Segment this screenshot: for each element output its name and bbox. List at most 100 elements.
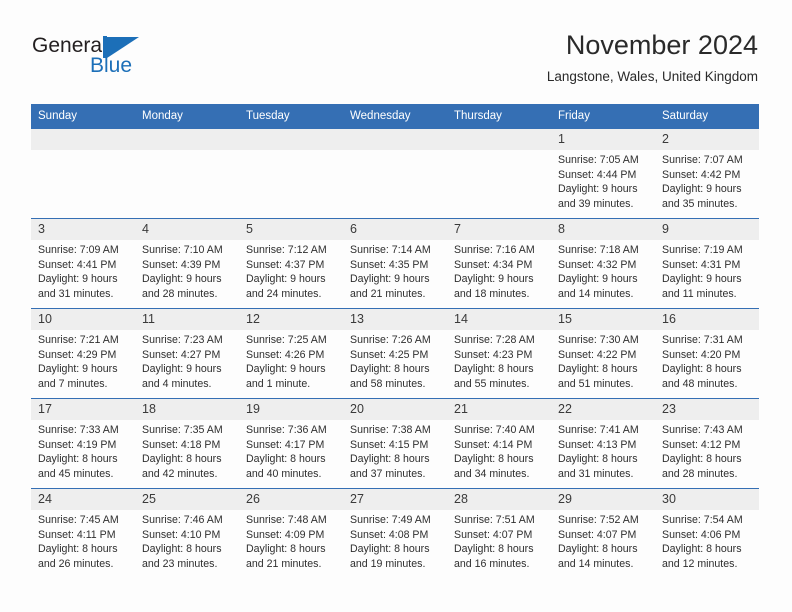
- day-daylight-1-text: Daylight: 9 hours: [558, 183, 638, 196]
- day-sunrise-text: Sunrise: 7:09 AM: [38, 244, 119, 256]
- day-sun-info: Sunrise: 7:46 AM Sunset: 4:10 PM Daylight:…: [135, 510, 239, 571]
- day-daylight-1-text: Daylight: 8 hours: [454, 453, 534, 466]
- day-sun-info: Sunrise: 7:16 AM Sunset: 4:34 PM Daylight:…: [447, 240, 551, 301]
- calendar-day-cell[interactable]: 10 Sunrise: 7:21 AM Sunset: 4:29 PM Dayligh…: [31, 308, 135, 399]
- calendar-day-cell[interactable]: 14 Sunrise: 7:28 AM Sunset: 4:23 PM Dayligh…: [447, 308, 551, 399]
- day-number: 18: [135, 399, 239, 420]
- day-daylight-1-text: Daylight: 8 hours: [662, 543, 742, 556]
- day-sun-info: Sunrise: 7:36 AM Sunset: 4:17 PM Daylight:…: [239, 420, 343, 481]
- calendar-day-cell[interactable]: 20 Sunrise: 7:38 AM Sunset: 4:15 PM Dayligh…: [343, 398, 447, 489]
- day-sunrise-text: Sunrise: 7:41 AM: [558, 424, 639, 436]
- calendar-day-cell[interactable]: 19 Sunrise: 7:36 AM Sunset: 4:17 PM Dayligh…: [239, 398, 343, 489]
- calendar-day-cell[interactable]: 29 Sunrise: 7:52 AM Sunset: 4:07 PM Dayligh…: [551, 488, 655, 581]
- calendar-day-cell[interactable]: 28 Sunrise: 7:51 AM Sunset: 4:07 PM Dayligh…: [447, 488, 551, 581]
- calendar-day-cell[interactable]: 2 Sunrise: 7:07 AM Sunset: 4:42 PM Daylight…: [655, 128, 759, 219]
- brand-logo[interactable]: General Blue: [32, 34, 162, 84]
- calendar-day-cell[interactable]: 11 Sunrise: 7:23 AM Sunset: 4:27 PM Dayligh…: [135, 308, 239, 399]
- day-sunrise-text: Sunrise: 7:14 AM: [350, 244, 431, 256]
- day-sunset-text: Sunset: 4:17 PM: [246, 438, 325, 451]
- calendar-day-cell[interactable]: 22 Sunrise: 7:41 AM Sunset: 4:13 PM Dayligh…: [551, 398, 655, 489]
- calendar-day-cell[interactable]: 3 Sunrise: 7:09 AM Sunset: 4:41 PM Daylight…: [31, 218, 135, 309]
- day-sun-info: Sunrise: 7:45 AM Sunset: 4:11 PM Daylight:…: [31, 510, 135, 571]
- day-sunset-text: Sunset: 4:32 PM: [558, 258, 637, 271]
- calendar-day-cell[interactable]: 1 Sunrise: 7:05 AM Sunset: 4:44 PM Daylight…: [551, 128, 655, 219]
- day-number: 12: [239, 309, 343, 330]
- calendar-day-cell[interactable]: 27 Sunrise: 7:49 AM Sunset: 4:08 PM Dayligh…: [343, 488, 447, 581]
- day-daylight-2-text: and 45 minutes.: [38, 467, 114, 480]
- day-daylight-2-text: and 7 minutes.: [38, 377, 108, 390]
- calendar-day-cell[interactable]: 5 Sunrise: 7:12 AM Sunset: 4:37 PM Daylight…: [239, 218, 343, 309]
- calendar-cell-empty: [239, 128, 343, 219]
- day-daylight-1-text: Daylight: 8 hours: [350, 363, 430, 376]
- weekday-header-wednesday: Wednesday: [343, 104, 447, 129]
- day-sunset-text: Sunset: 4:10 PM: [142, 528, 221, 541]
- day-number: 8: [551, 219, 655, 240]
- calendar-day-cell[interactable]: 8 Sunrise: 7:18 AM Sunset: 4:32 PM Daylight…: [551, 218, 655, 309]
- day-sun-info: Sunrise: 7:19 AM Sunset: 4:31 PM Daylight:…: [655, 240, 759, 301]
- day-sunrise-text: Sunrise: 7:43 AM: [662, 424, 743, 436]
- calendar-day-cell[interactable]: 7 Sunrise: 7:16 AM Sunset: 4:34 PM Daylight…: [447, 218, 551, 309]
- day-daylight-2-text: and 35 minutes.: [662, 197, 738, 210]
- day-daylight-1-text: Daylight: 8 hours: [454, 543, 534, 556]
- day-sunset-text: Sunset: 4:06 PM: [662, 528, 741, 541]
- day-sunset-text: Sunset: 4:20 PM: [662, 348, 741, 361]
- day-number: 15: [551, 309, 655, 330]
- day-sun-info: Sunrise: 7:49 AM Sunset: 4:08 PM Daylight:…: [343, 510, 447, 571]
- day-sunset-text: Sunset: 4:23 PM: [454, 348, 533, 361]
- weekday-header-tuesday: Tuesday: [239, 104, 343, 129]
- calendar-day-cell[interactable]: 21 Sunrise: 7:40 AM Sunset: 4:14 PM Dayligh…: [447, 398, 551, 489]
- calendar-day-cell[interactable]: 6 Sunrise: 7:14 AM Sunset: 4:35 PM Daylight…: [343, 218, 447, 309]
- day-sunset-text: Sunset: 4:22 PM: [558, 348, 637, 361]
- day-sunset-text: Sunset: 4:34 PM: [454, 258, 533, 271]
- day-daylight-2-text: and 39 minutes.: [558, 197, 634, 210]
- calendar-day-cell[interactable]: 18 Sunrise: 7:35 AM Sunset: 4:18 PM Dayligh…: [135, 398, 239, 489]
- day-sunrise-text: Sunrise: 7:52 AM: [558, 514, 639, 526]
- day-sun-info: Sunrise: 7:54 AM Sunset: 4:06 PM Daylight:…: [655, 510, 759, 571]
- day-sunrise-text: Sunrise: 7:54 AM: [662, 514, 743, 526]
- calendar-day-cell[interactable]: 4 Sunrise: 7:10 AM Sunset: 4:39 PM Daylight…: [135, 218, 239, 309]
- day-daylight-2-text: and 16 minutes.: [454, 557, 530, 570]
- day-sun-info: Sunrise: 7:28 AM Sunset: 4:23 PM Daylight:…: [447, 330, 551, 391]
- page-header: General Blue November 2024 Langstone, Wa…: [0, 0, 792, 100]
- day-number: 20: [343, 399, 447, 420]
- day-sun-info: Sunrise: 7:23 AM Sunset: 4:27 PM Daylight:…: [135, 330, 239, 391]
- calendar-day-cell[interactable]: 13 Sunrise: 7:26 AM Sunset: 4:25 PM Dayligh…: [343, 308, 447, 399]
- day-daylight-2-text: and 26 minutes.: [38, 557, 114, 570]
- day-number: 17: [31, 399, 135, 420]
- calendar-day-cell[interactable]: 17 Sunrise: 7:33 AM Sunset: 4:19 PM Dayligh…: [31, 398, 135, 489]
- day-daylight-2-text: and 51 minutes.: [558, 377, 634, 390]
- day-daylight-2-text: and 31 minutes.: [38, 287, 114, 300]
- calendar-day-cell[interactable]: 9 Sunrise: 7:19 AM Sunset: 4:31 PM Daylight…: [655, 218, 759, 309]
- day-sunset-text: Sunset: 4:42 PM: [662, 168, 741, 181]
- day-sun-info: Sunrise: 7:07 AM Sunset: 4:42 PM Daylight:…: [655, 150, 759, 211]
- day-number: 9: [655, 219, 759, 240]
- day-sun-info: Sunrise: 7:12 AM Sunset: 4:37 PM Daylight:…: [239, 240, 343, 301]
- calendar-day-cell[interactable]: 30 Sunrise: 7:54 AM Sunset: 4:06 PM Dayligh…: [655, 488, 759, 581]
- day-daylight-2-text: and 58 minutes.: [350, 377, 426, 390]
- calendar-day-cell[interactable]: 25 Sunrise: 7:46 AM Sunset: 4:10 PM Dayligh…: [135, 488, 239, 581]
- day-number: 4: [135, 219, 239, 240]
- calendar-day-cell[interactable]: 26 Sunrise: 7:48 AM Sunset: 4:09 PM Dayligh…: [239, 488, 343, 581]
- day-number: 2: [655, 129, 759, 150]
- day-daylight-2-text: and 34 minutes.: [454, 467, 530, 480]
- day-sunset-text: Sunset: 4:35 PM: [350, 258, 429, 271]
- day-daylight-2-text: and 24 minutes.: [246, 287, 322, 300]
- day-sunrise-text: Sunrise: 7:30 AM: [558, 334, 639, 346]
- calendar-day-cell[interactable]: 12 Sunrise: 7:25 AM Sunset: 4:26 PM Dayligh…: [239, 308, 343, 399]
- calendar-day-cell[interactable]: 15 Sunrise: 7:30 AM Sunset: 4:22 PM Dayligh…: [551, 308, 655, 399]
- day-number: 10: [31, 309, 135, 330]
- day-sunset-text: Sunset: 4:07 PM: [454, 528, 533, 541]
- day-sun-info: Sunrise: 7:21 AM Sunset: 4:29 PM Daylight:…: [31, 330, 135, 391]
- day-sunrise-text: Sunrise: 7:31 AM: [662, 334, 743, 346]
- day-daylight-1-text: Daylight: 8 hours: [662, 363, 742, 376]
- day-sunrise-text: Sunrise: 7:49 AM: [350, 514, 431, 526]
- calendar-day-cell[interactable]: 24 Sunrise: 7:45 AM Sunset: 4:11 PM Dayligh…: [31, 488, 135, 581]
- day-number: 7: [447, 219, 551, 240]
- weekday-header-thursday: Thursday: [447, 104, 551, 129]
- calendar-day-cell[interactable]: 16 Sunrise: 7:31 AM Sunset: 4:20 PM Dayligh…: [655, 308, 759, 399]
- calendar-day-cell[interactable]: 23 Sunrise: 7:43 AM Sunset: 4:12 PM Dayligh…: [655, 398, 759, 489]
- day-sunrise-text: Sunrise: 7:05 AM: [558, 154, 639, 166]
- day-sun-info: Sunrise: 7:48 AM Sunset: 4:09 PM Daylight:…: [239, 510, 343, 571]
- page-title: November 2024: [565, 30, 758, 60]
- day-number: 24: [31, 489, 135, 510]
